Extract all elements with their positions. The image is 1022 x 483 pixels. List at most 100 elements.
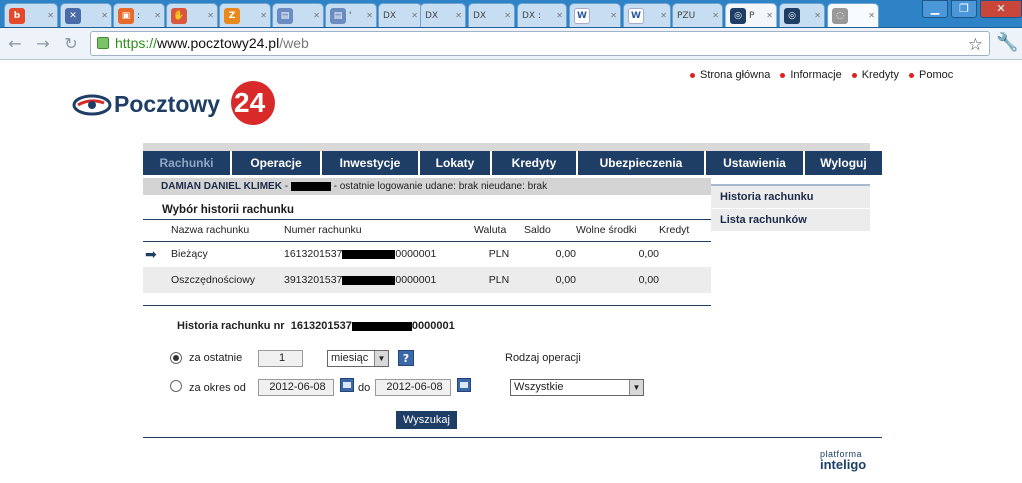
nav-rachunki[interactable]: Rachunki bbox=[143, 151, 232, 175]
login-info: - ostatnie logowanie udane: brak nieudan… bbox=[333, 181, 548, 192]
table-row[interactable]: ➡ Bieżący 1613201537 0000001 PLN 0,00 0,0… bbox=[143, 241, 711, 267]
bookmark-star-icon[interactable]: ☆ bbox=[968, 33, 983, 56]
close-tab-icon[interactable]: ✕ bbox=[766, 11, 773, 20]
close-tab-icon[interactable]: ✕ bbox=[154, 11, 161, 20]
minimize-button[interactable]: ▁ bbox=[922, 0, 948, 18]
tab-label: ' bbox=[349, 10, 352, 21]
close-tab-icon[interactable]: ✕ bbox=[47, 11, 54, 20]
close-window-button[interactable]: ✕ bbox=[980, 0, 1022, 18]
browser-tab[interactable]: ◌ ✕ bbox=[827, 3, 879, 27]
col-header-currency: Waluta bbox=[474, 220, 524, 242]
account-credit bbox=[659, 241, 711, 267]
redacted-block bbox=[290, 181, 331, 191]
period-unit-select[interactable]: miesiąc ▼ bbox=[327, 350, 389, 367]
browser-tab[interactable]: DX ✕ bbox=[378, 3, 422, 27]
tab-label: : bbox=[137, 10, 141, 21]
label-operation-type: Rodzaj operacji bbox=[505, 352, 581, 364]
nav-ustawienia[interactable]: Ustawienia bbox=[706, 151, 805, 175]
nav-inwestycje[interactable]: Inwestycje bbox=[322, 151, 420, 175]
nav-operacje[interactable]: Operacje bbox=[232, 151, 322, 175]
close-tab-icon[interactable]: ✕ bbox=[712, 11, 719, 20]
z-icon: Z bbox=[224, 7, 240, 24]
col-header-credit: Kredyt bbox=[659, 220, 711, 242]
help-icon[interactable]: ? bbox=[398, 350, 414, 366]
hand-icon: ✋ bbox=[171, 7, 187, 24]
w-icon: W bbox=[574, 7, 590, 24]
close-tab-icon[interactable]: ✕ bbox=[260, 11, 267, 20]
account-name[interactable]: Oszczędnościowy bbox=[171, 267, 284, 293]
tab-label: DX : bbox=[522, 10, 541, 21]
close-tab-icon[interactable]: ✕ bbox=[366, 11, 373, 20]
top-link-help[interactable]: Pomoc bbox=[908, 69, 953, 81]
side-menu-history[interactable]: Historia rachunku bbox=[711, 186, 870, 209]
browser-tab[interactable]: ▤ ✕ bbox=[272, 3, 324, 27]
nav-wyloguj[interactable]: Wyloguj bbox=[805, 151, 882, 175]
browser-tab[interactable]: ▣: ✕ bbox=[113, 3, 165, 27]
close-tab-icon[interactable]: ✕ bbox=[313, 11, 320, 20]
browser-tab[interactable]: DX ✕ bbox=[420, 3, 466, 27]
calendar-icon[interactable] bbox=[457, 378, 471, 392]
search-button[interactable]: Wyszukaj bbox=[396, 411, 457, 429]
browser-tab[interactable]: W ✕ bbox=[569, 3, 621, 27]
last-period-input[interactable]: 1 bbox=[258, 350, 303, 367]
browser-tab[interactable]: DX : ✕ bbox=[517, 3, 567, 27]
side-menu-accounts-list[interactable]: Lista rachunków bbox=[711, 209, 870, 232]
globe-icon: ◌ bbox=[832, 7, 848, 24]
browser-tab[interactable]: DX ✕ bbox=[468, 3, 515, 27]
back-button[interactable]: ← bbox=[4, 34, 26, 54]
close-tab-icon[interactable]: ✕ bbox=[455, 11, 462, 20]
main-nav: Rachunki Operacje Inwestycje Lokaty Kred… bbox=[143, 151, 882, 175]
operation-type-select[interactable]: Wszystkie ▼ bbox=[510, 379, 644, 396]
date-to-input[interactable]: 2012-06-08 bbox=[375, 379, 451, 396]
browser-tab[interactable]: Z ✕ bbox=[219, 3, 271, 27]
top-link-info[interactable]: Informacje bbox=[780, 69, 842, 81]
close-tab-icon[interactable]: ✕ bbox=[556, 11, 563, 20]
browser-tab[interactable]: ✋ ✕ bbox=[166, 3, 218, 27]
close-tab-icon[interactable]: ✕ bbox=[814, 11, 821, 20]
nav-ubezpieczenia[interactable]: Ubezpieczenia bbox=[578, 151, 706, 175]
account-name[interactable]: Bieżący bbox=[171, 241, 284, 267]
browser-tab[interactable]: ✕ ✕ bbox=[60, 3, 112, 27]
inteligo-logo: platforma inteligo bbox=[820, 449, 867, 472]
top-link-home[interactable]: Strona główna bbox=[690, 69, 770, 81]
nav-kredyty[interactable]: Kredyty bbox=[492, 151, 578, 175]
account-number[interactable]: 1613201537 0000001 bbox=[284, 241, 474, 267]
tab-label: DX bbox=[473, 10, 487, 21]
browser-tab[interactable]: ◎ ✕ bbox=[779, 3, 825, 27]
account-currency: PLN bbox=[474, 267, 524, 293]
browser-tab[interactable]: ◎ P ✕ bbox=[725, 3, 777, 27]
col-header-name: Nazwa rachunku bbox=[171, 220, 284, 242]
date-from-input[interactable]: 2012-06-08 bbox=[258, 379, 334, 396]
close-tab-icon[interactable]: ✕ bbox=[411, 11, 418, 20]
accounts-table: Nazwa rachunku Numer rachunku Waluta Sal… bbox=[143, 220, 711, 293]
table-row[interactable]: Oszczędnościowy 3913201537 0000001 PLN 0,… bbox=[143, 267, 711, 293]
maximize-button[interactable]: ❐ bbox=[951, 0, 977, 18]
close-tab-icon[interactable]: ✕ bbox=[207, 11, 214, 20]
wrench-icon[interactable]: 🔧 bbox=[996, 32, 1018, 53]
radio-last-period[interactable] bbox=[170, 352, 182, 364]
pocztowy-icon: ◎ bbox=[730, 7, 746, 24]
browser-tab[interactable]: b ✕ bbox=[4, 3, 58, 27]
browser-tab[interactable]: W ✕ bbox=[623, 3, 671, 27]
address-bar[interactable]: https://www.pocztowy24.pl/web ☆ bbox=[90, 31, 990, 56]
radio-date-range[interactable] bbox=[170, 380, 182, 392]
close-tab-icon[interactable]: ✕ bbox=[101, 11, 108, 20]
close-tab-icon[interactable]: ✕ bbox=[868, 11, 875, 20]
forward-button[interactable]: → bbox=[32, 34, 54, 54]
reload-button[interactable]: ↻ bbox=[60, 34, 82, 54]
pocztowy24-logo[interactable]: Pocztowy 24 bbox=[70, 76, 280, 132]
nav-lokaty[interactable]: Lokaty bbox=[420, 151, 492, 175]
logo-text: Pocztowy bbox=[114, 91, 221, 117]
close-tab-icon[interactable]: ✕ bbox=[660, 11, 667, 20]
section-title: Wybór historii rachunku bbox=[162, 204, 295, 216]
col-header-number: Numer rachunku bbox=[284, 220, 474, 242]
browser-tab[interactable]: ▤ ' ✕ bbox=[325, 3, 377, 27]
pocztowy-icon: ◎ bbox=[784, 7, 800, 24]
close-tab-icon[interactable]: ✕ bbox=[610, 11, 617, 20]
account-credit bbox=[659, 267, 711, 293]
top-link-credits[interactable]: Kredyty bbox=[851, 69, 899, 81]
browser-tab[interactable]: PZU ✕ bbox=[672, 3, 723, 27]
account-number[interactable]: 3913201537 0000001 bbox=[284, 267, 474, 293]
close-tab-icon[interactable]: ✕ bbox=[504, 11, 511, 20]
calendar-icon[interactable] bbox=[340, 378, 354, 392]
